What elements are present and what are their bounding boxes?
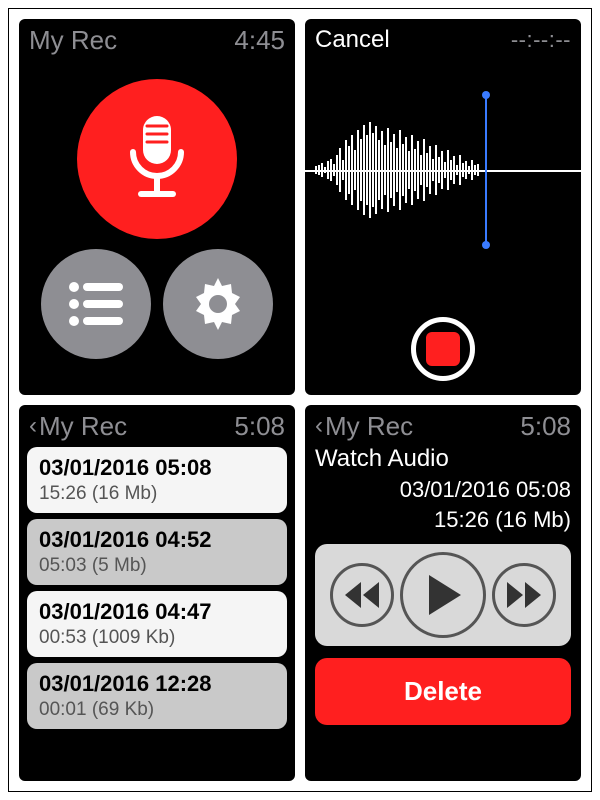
recording-title: Watch Audio [315,445,571,473]
recording-meta: 00:53 (1009 Kb) [39,627,275,649]
stop-record-button[interactable] [411,317,475,381]
waveform-display[interactable] [305,115,581,225]
app-title: My Rec [29,25,117,56]
cancel-button[interactable]: Cancel [315,26,390,54]
recording-meta: 15:26 (16 Mb) [39,483,275,505]
rewind-button[interactable] [330,563,394,627]
clock-time: 5:08 [520,411,571,442]
recording-meta: 15:26 (16 Mb) [315,505,571,535]
recording-date: 03/01/2016 04:47 [39,599,275,625]
chevron-left-icon: ‹ [29,412,37,440]
recording-date: 03/01/2016 04:52 [39,527,275,553]
play-button[interactable] [400,552,486,638]
recording-date: 03/01/2016 05:08 [315,475,571,505]
settings-button[interactable] [163,249,273,359]
recording-list-item[interactable]: 03/01/2016 04:5205:03 (5 Mb) [27,519,287,585]
back-label: My Rec [325,411,413,442]
recording-date: 03/01/2016 12:28 [39,671,275,697]
fast-forward-icon [507,582,541,608]
status-bar: ‹ My Rec 5:08 [19,405,295,443]
recording-list-item[interactable]: 03/01/2016 04:4700:53 (1009 Kb) [27,591,287,657]
status-bar: Cancel --:--:-- [305,19,581,57]
rewind-icon [345,582,379,608]
status-bar: My Rec 4:45 [19,19,295,57]
recordings-list-button[interactable] [41,249,151,359]
back-button[interactable]: ‹ My Rec [29,411,127,442]
recording-timecode: --:--:-- [511,27,571,53]
recording-list-item[interactable]: 03/01/2016 12:2800:01 (69 Kb) [27,663,287,729]
screen-home: My Rec 4:45 [19,19,295,395]
playback-controls [315,544,571,646]
gear-icon [188,274,248,334]
recording-date: 03/01/2016 05:08 [39,455,275,481]
clock-time: 5:08 [234,411,285,442]
clock-time: 4:45 [234,25,285,56]
microphone-icon [117,112,197,207]
record-button[interactable] [77,79,237,239]
back-label: My Rec [39,411,127,442]
delete-button[interactable]: Delete [315,658,571,725]
recording-meta: 00:01 (69 Kb) [39,699,275,721]
playhead-indicator [485,95,487,245]
chevron-left-icon: ‹ [315,412,323,440]
screen-recordings-list: ‹ My Rec 5:08 03/01/2016 05:0815:26 (16 … [19,405,295,781]
recording-list-item[interactable]: 03/01/2016 05:0815:26 (16 Mb) [27,447,287,513]
screen-recording: Cancel --:--:-- [305,19,581,395]
status-bar: ‹ My Rec 5:08 [305,405,581,443]
list-icon [67,280,125,328]
recording-meta: 05:03 (5 Mb) [39,555,275,577]
stop-icon [426,332,460,366]
fast-forward-button[interactable] [492,563,556,627]
screen-recording-detail: ‹ My Rec 5:08 Watch Audio 03/01/2016 05:… [305,405,581,781]
play-icon [425,575,461,615]
back-button[interactable]: ‹ My Rec [315,411,413,442]
